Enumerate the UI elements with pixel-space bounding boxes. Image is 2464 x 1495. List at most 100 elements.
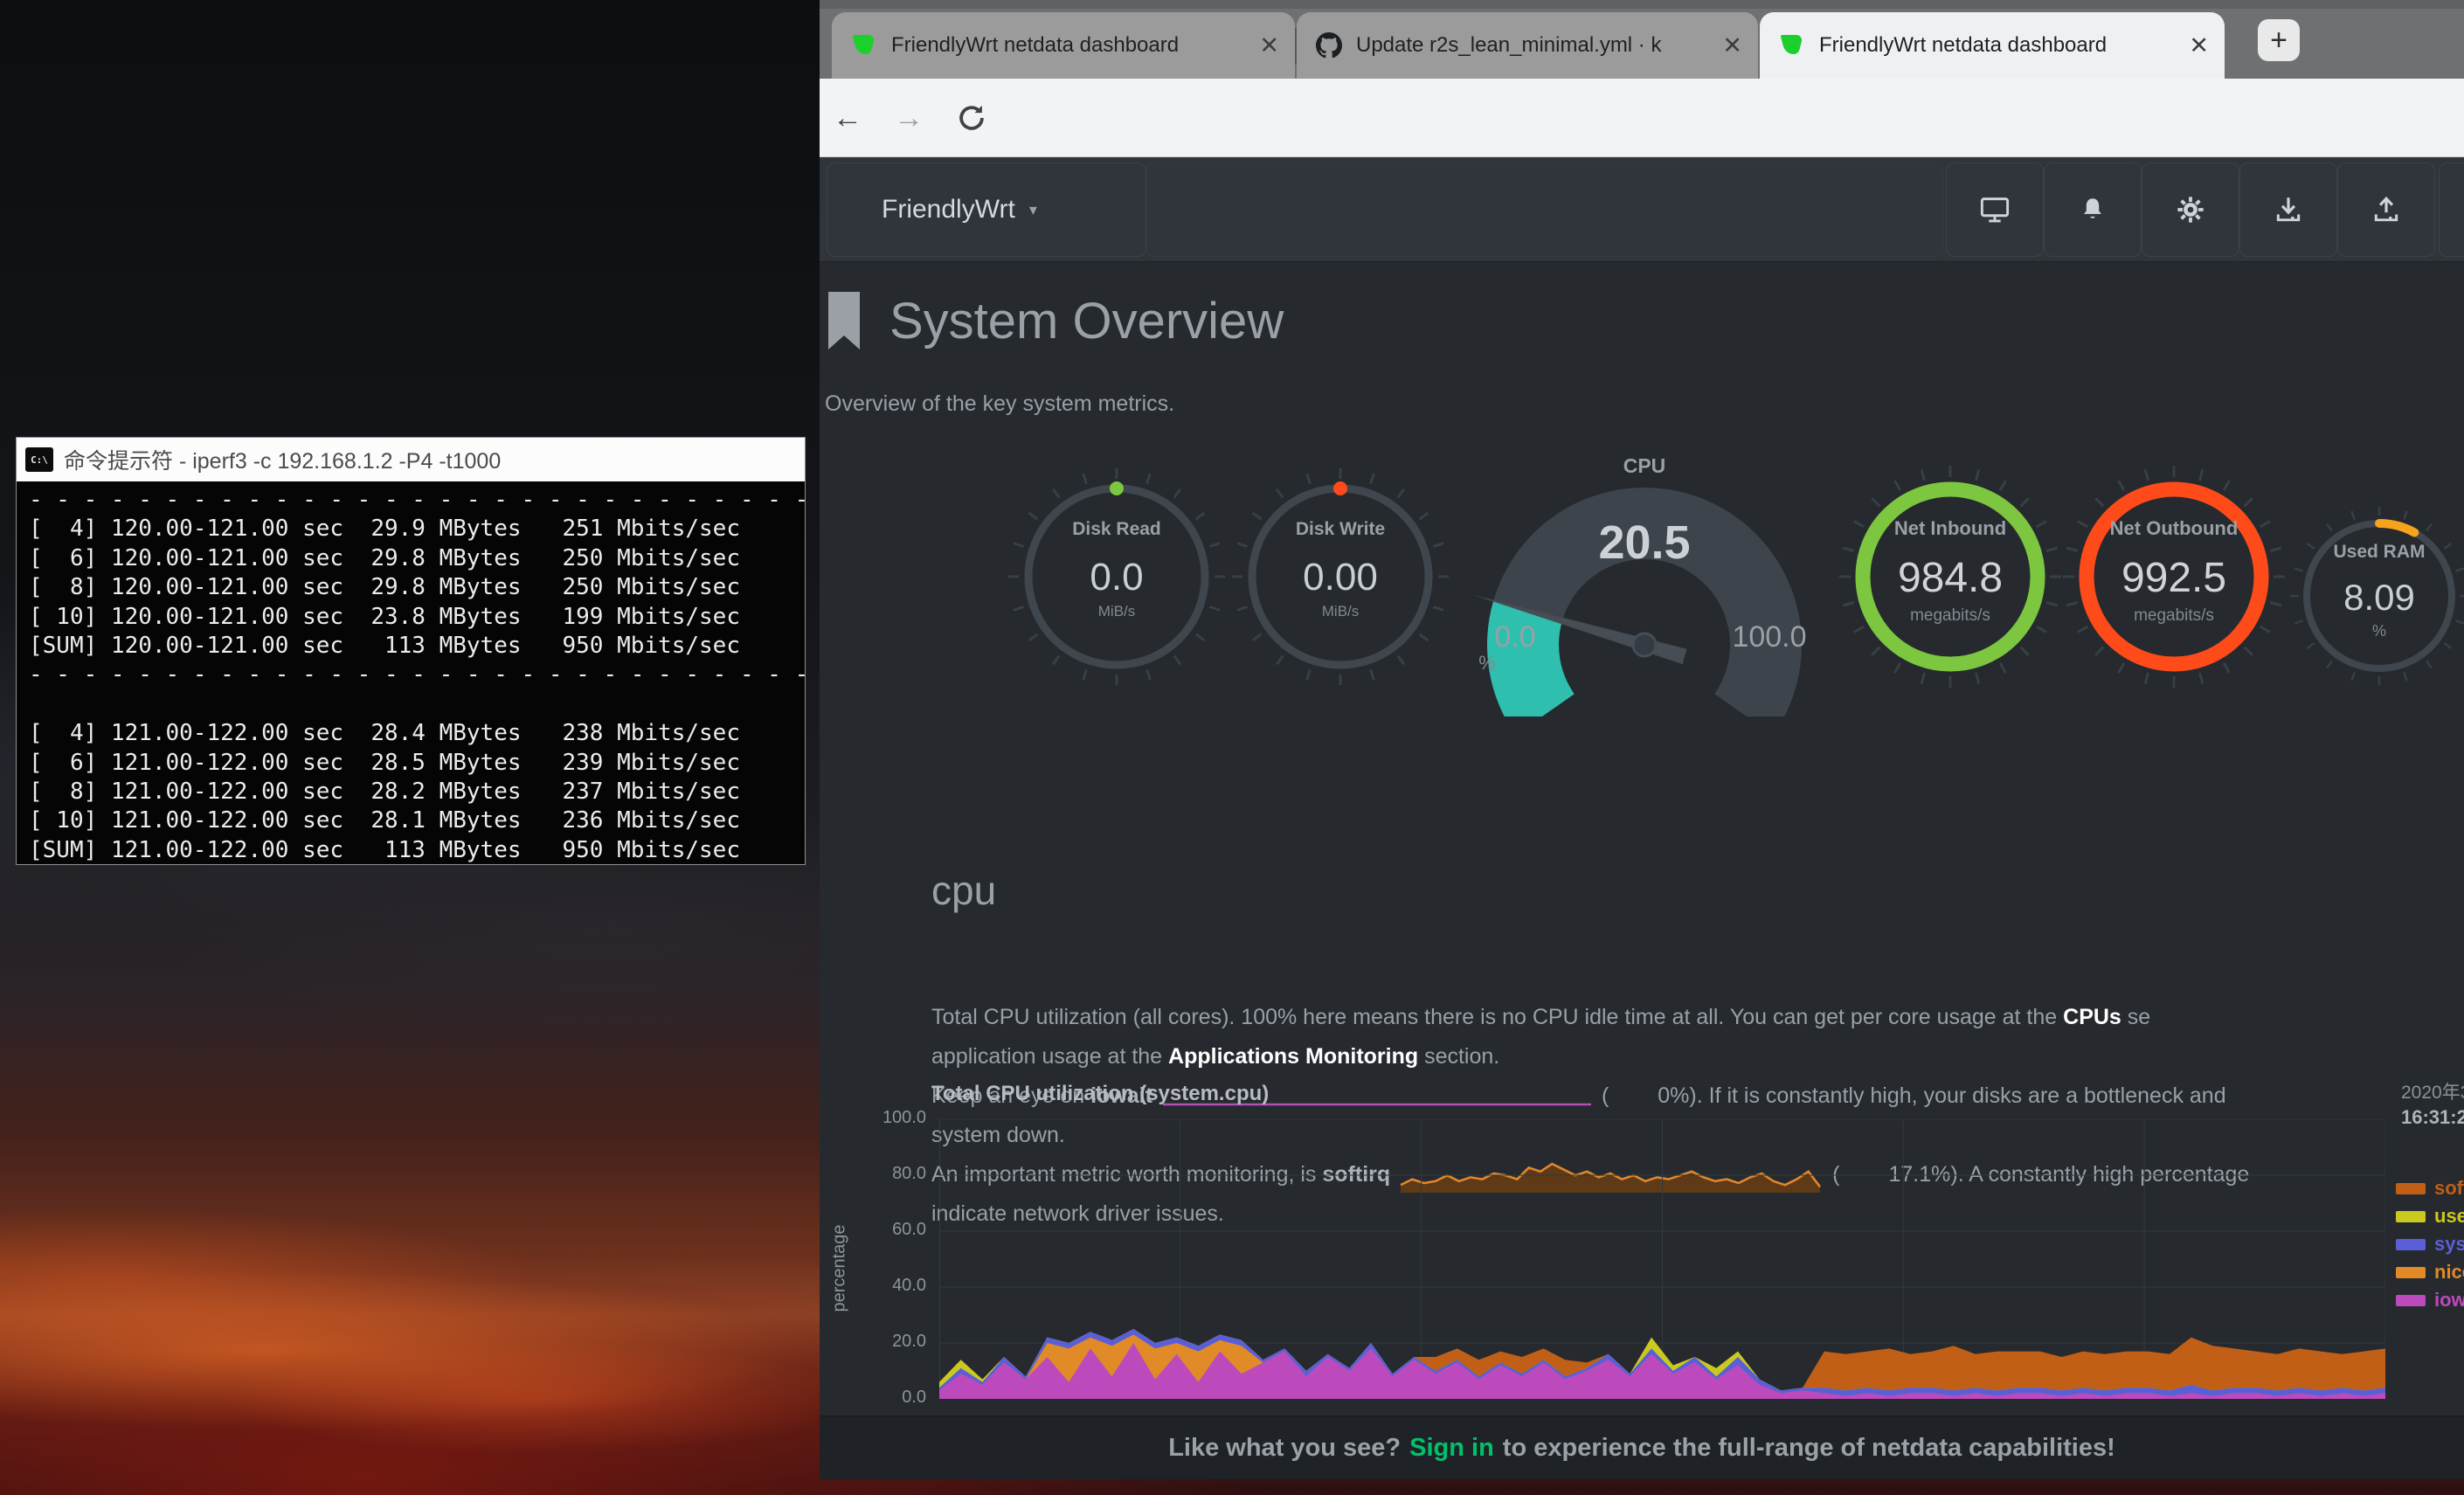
text: Total CPU utilization (all cores). 100% … (931, 1005, 2063, 1029)
terminal-line: [ 6] 121.00-122.00 sec 28.5 MBytes 239 M… (29, 749, 805, 778)
gauge-cpu[interactable]: CPU 20.5 0.0 100.0 % (1461, 454, 1828, 716)
bookmark-icon (827, 290, 862, 353)
close-icon[interactable]: ✕ (2189, 32, 2209, 59)
header-spacer (1146, 163, 1943, 257)
terminal-titlebar[interactable]: C:\ 命令提示符 - iperf3 -c 192.168.1.2 -P4 -t… (17, 438, 805, 481)
terminal-line: [ 4] 120.00-121.00 sec 29.9 MBytes 251 M… (29, 515, 805, 543)
export-button[interactable] (2337, 163, 2435, 257)
legend-label: softirq (2434, 1177, 2464, 1200)
terminal-line: [ 8] 121.00-122.00 sec 28.2 MBytes 237 M… (29, 778, 805, 806)
reload-icon (955, 101, 988, 135)
gauge-value: 8.09 (2283, 577, 2464, 619)
terminal-line: [ 10] 121.00-122.00 sec 28.1 MBytes 236 … (29, 806, 805, 835)
gauge-unit: megabits/s (2060, 606, 2288, 626)
link-cpus[interactable]: CPUs (2063, 1005, 2121, 1029)
tab-strip: FriendlyWrt netdata dashboard ✕ Update r… (820, 0, 2464, 79)
terminal-line (29, 690, 805, 719)
subsection-title-cpu: cpu (931, 867, 996, 914)
terminal-title: 命令提示符 - iperf3 -c 192.168.1.2 -P4 -t1000 (64, 444, 501, 475)
gauge-disk-write[interactable]: Disk Write 0.00 MiB/s (1227, 463, 1454, 690)
tab-label: FriendlyWrt netdata dashboard (1819, 33, 2178, 58)
header-partial-button[interactable] (2439, 163, 2464, 257)
sign-in-link[interactable]: Sign in (1409, 1434, 1494, 1463)
gauge-unit: % (1473, 652, 1501, 675)
y-axis-label: percentage (830, 1199, 850, 1339)
forward-button[interactable]: → (891, 100, 926, 135)
gauge-net-outbound[interactable]: Net Outbound 992.5 megabits/s (2060, 463, 2288, 690)
alarms-button[interactable] (2044, 163, 2142, 257)
terminal-line: [ 4] 121.00-122.00 sec 28.4 MBytes 238 M… (29, 719, 805, 748)
terminal-line: [ 10] 120.00-121.00 sec 23.8 MBytes 199 … (29, 603, 805, 632)
legend-item-nice[interactable]: nice (2396, 1258, 2464, 1286)
nodes-view-button[interactable] (1946, 163, 2044, 257)
gauge-unit: megabits/s (1837, 606, 2064, 626)
legend-label: iowait (2434, 1289, 2464, 1312)
gauge-net-inbound[interactable]: Net Inbound 984.8 megabits/s (1837, 463, 2064, 690)
new-tab-button[interactable]: + (2258, 19, 2300, 61)
gauge-max: 100.0 (1721, 620, 1817, 654)
tab-netdata-dashboard-2[interactable]: FriendlyWrt netdata dashboard ✕ (1760, 12, 2225, 79)
iowait-value: 0%). (1658, 1083, 1702, 1108)
gauge-label: Net Outbound (2060, 517, 2288, 540)
terminal-line: - - - - - - - - - - - - - - - - - - - - … (29, 486, 805, 515)
legend-item-system[interactable]: system (2396, 1230, 2464, 1258)
netdata-header: FriendlyWrt ▾ (820, 157, 2464, 262)
gauge-label: Disk Write (1227, 519, 1454, 540)
y-axis-tick: 20.0 (856, 1332, 926, 1352)
bell-icon (2078, 195, 2108, 225)
cpu-utilization-chart[interactable] (939, 1119, 2385, 1399)
gauge-used-ram[interactable]: Used RAM 8.09 % (2283, 500, 2464, 692)
legend-label: nice (2434, 1261, 2464, 1284)
chart-timestamp-time: 16:31:2 (2401, 1106, 2464, 1129)
monitor-icon (1979, 194, 2011, 225)
page-subtitle: Overview of the key system metrics. (825, 391, 1174, 417)
cmd-icon: C:\ (25, 447, 53, 472)
legend-item-softirq[interactable]: softirq (2396, 1174, 2464, 1202)
terminal-window[interactable]: C:\ 命令提示符 - iperf3 -c 192.168.1.2 -P4 -t… (16, 437, 806, 865)
tab-github-update[interactable]: Update r2s_lean_minimal.yml · k ✕ (1297, 12, 1758, 79)
back-button[interactable]: ← (830, 100, 865, 135)
gauge-disk-read[interactable]: Disk Read 0.0 MiB/s (1003, 463, 1230, 690)
terminal-line: [SUM] 120.00-121.00 sec 113 MBytes 950 M… (29, 632, 805, 661)
gauge-value: 984.8 (1837, 554, 2064, 602)
host-name: FriendlyWrt (882, 195, 1015, 225)
gauge-dial (1461, 454, 1828, 716)
gauge-label: Used RAM (2283, 542, 2464, 563)
netdata-icon (1779, 32, 1805, 59)
settings-button[interactable] (2142, 163, 2239, 257)
legend-item-iowait[interactable]: iowait (2396, 1286, 2464, 1314)
text: section. (1418, 1044, 1499, 1069)
gauge-label: Disk Read (1003, 519, 1230, 540)
gauge-value: 20.5 (1461, 516, 1828, 570)
browser-window: FriendlyWrt netdata dashboard ✕ Update r… (820, 0, 2464, 1479)
legend-swatch (2396, 1267, 2426, 1278)
github-icon (1316, 32, 1342, 59)
reload-button[interactable] (954, 100, 989, 135)
terminal-line: - - - - - - - - - - - - - - - - - - - - … (29, 661, 805, 689)
gauge-unit: MiB/s (1227, 603, 1454, 620)
gauge-value: 992.5 (2060, 554, 2288, 602)
tab-label: FriendlyWrt netdata dashboard (891, 33, 1249, 58)
terminal-output[interactable]: - - - - - - - - - - - - - - - - - - - - … (17, 481, 805, 864)
close-icon[interactable]: ✕ (1259, 32, 1279, 59)
gauge-value: 0.00 (1227, 556, 1454, 599)
text: application usage at the (931, 1044, 1168, 1069)
y-axis-tick: 40.0 (856, 1276, 926, 1296)
netdata-icon (851, 32, 877, 59)
legend-item-user[interactable]: user (2396, 1202, 2464, 1230)
legend-swatch (2396, 1183, 2426, 1194)
gauge-unit: MiB/s (1003, 603, 1230, 620)
link-applications-monitoring[interactable]: Applications Monitoring (1168, 1044, 1418, 1069)
upload-icon (2371, 195, 2401, 225)
tab-netdata-dashboard-1[interactable]: FriendlyWrt netdata dashboard ✕ (832, 12, 1295, 79)
host-selector[interactable]: FriendlyWrt ▾ (827, 163, 1146, 257)
text: se (2121, 1005, 2150, 1029)
download-icon (2274, 195, 2303, 225)
chart-legend: softirq user system nice iowait (2396, 1174, 2464, 1314)
close-icon[interactable]: ✕ (1722, 32, 1742, 59)
terminal-line: [ 8] 120.00-121.00 sec 29.8 MBytes 250 M… (29, 573, 805, 602)
chevron-down-icon: ▾ (1029, 201, 1037, 219)
description-line: Total CPU utilization (all cores). 100% … (931, 998, 2464, 1037)
legend-swatch (2396, 1211, 2426, 1222)
import-button[interactable] (2239, 163, 2337, 257)
